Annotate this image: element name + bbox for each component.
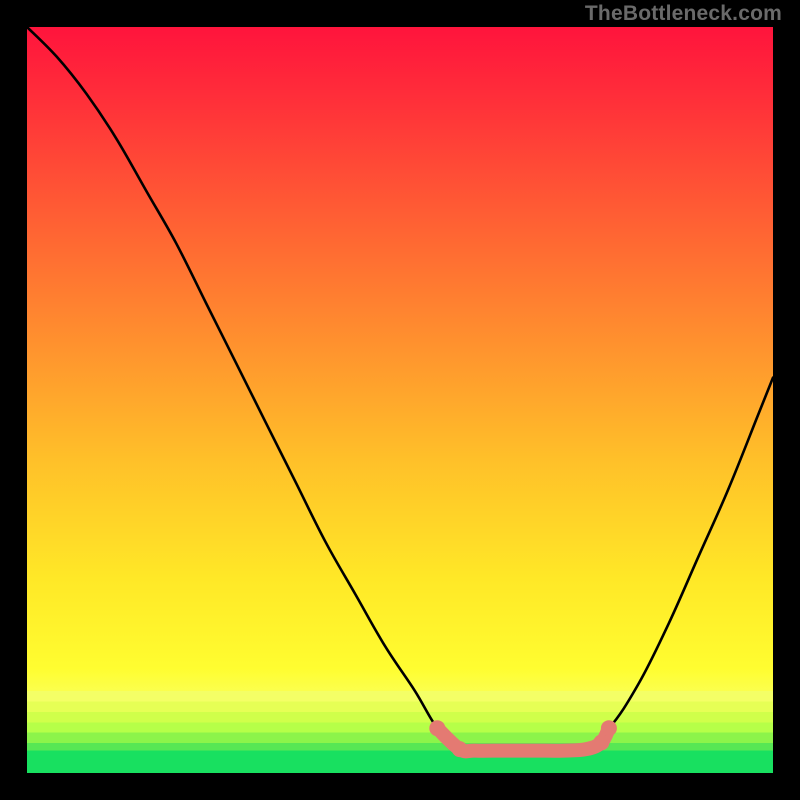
watermark-label: TheBottleneck.com <box>585 2 782 26</box>
chart-floor-dot <box>452 741 468 757</box>
chart-floor-dot <box>429 720 445 736</box>
chart-plot-area <box>27 27 773 773</box>
chart-curve-line <box>27 27 773 752</box>
chart-svg <box>27 27 773 773</box>
chart-floor-dot <box>601 720 617 736</box>
chart-floor-dot <box>593 734 609 750</box>
